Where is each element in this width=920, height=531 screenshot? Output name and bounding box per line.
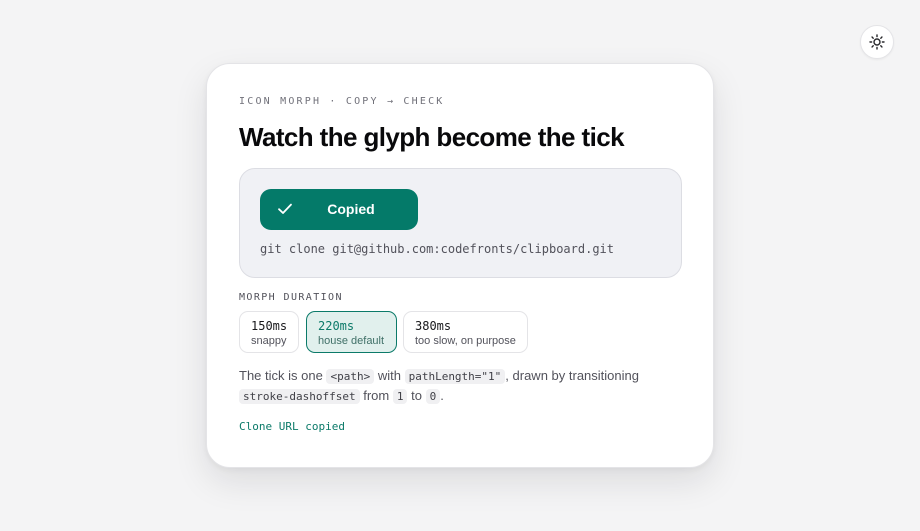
description-text: , drawn by transitioning bbox=[505, 368, 639, 383]
card-title: Watch the glyph become the tick bbox=[239, 122, 625, 152]
status-message: Clone URL copied bbox=[239, 420, 345, 433]
copy-button[interactable]: Copied bbox=[260, 189, 418, 230]
description: The tick is one <path> with pathLength="… bbox=[239, 366, 679, 406]
code-stroke-dashoffset: stroke-dashoffset bbox=[239, 389, 360, 404]
description-text: with bbox=[377, 368, 401, 383]
code-from-value: 1 bbox=[392, 389, 408, 404]
copy-button-label: Copied bbox=[327, 201, 375, 217]
sun-icon bbox=[869, 34, 885, 50]
code-to-value: 0 bbox=[425, 389, 441, 404]
clone-command: git clone git@github.com:codefronts/clip… bbox=[260, 242, 615, 256]
duration-label: MORPH DURATION bbox=[239, 292, 343, 303]
option-value: 220ms bbox=[318, 319, 355, 333]
duration-option-150ms[interactable]: 150ms snappy bbox=[239, 311, 299, 353]
duration-option-220ms[interactable]: 220ms house default bbox=[306, 311, 397, 353]
demo-card: ICON MORPH · COPY → CHECK Watch the glyp… bbox=[206, 63, 714, 468]
description-text: . bbox=[440, 388, 444, 403]
option-value: 380ms bbox=[415, 319, 452, 333]
option-note: house default bbox=[318, 335, 385, 347]
option-note: too slow, on purpose bbox=[415, 335, 516, 347]
option-value: 150ms bbox=[251, 319, 288, 333]
duration-option-380ms[interactable]: 380ms too slow, on purpose bbox=[403, 311, 528, 353]
option-note: snappy bbox=[251, 335, 287, 347]
description-text: The tick is one bbox=[239, 368, 323, 383]
code-path: <path> bbox=[326, 369, 375, 384]
eyebrow-label: ICON MORPH · COPY → CHECK bbox=[239, 96, 445, 107]
description-text: from bbox=[363, 388, 390, 403]
description-text: to bbox=[411, 388, 422, 403]
code-pathlength: pathLength="1" bbox=[404, 369, 506, 384]
demo-panel: Copied git clone git@github.com:codefron… bbox=[239, 168, 682, 278]
theme-toggle-button[interactable] bbox=[860, 25, 894, 59]
